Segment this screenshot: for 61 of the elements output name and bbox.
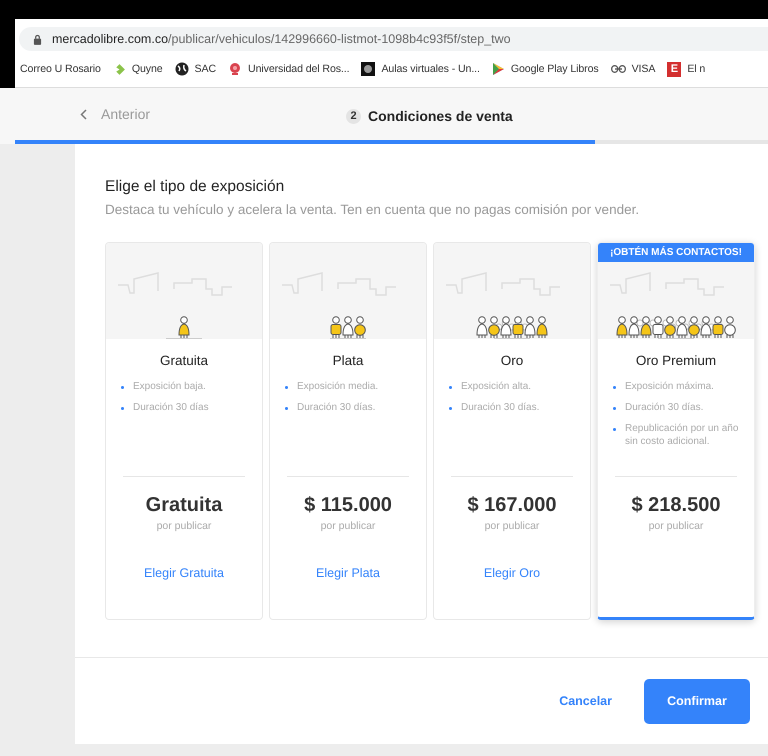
step-title: Condiciones de venta	[368, 108, 513, 124]
bullet-icon	[449, 407, 452, 410]
plan-feature: Exposición alta.	[461, 380, 532, 393]
price-note: por publicar	[648, 520, 704, 532]
plan-feature: Duración 30 días	[133, 401, 209, 414]
crest-icon	[361, 62, 376, 76]
cancel-button[interactable]: Cancelar	[559, 694, 612, 708]
bookmark-link[interactable]: Universidad del Ros...	[248, 63, 350, 75]
flower-icon	[228, 62, 242, 76]
plan-price: Gratuita	[146, 494, 222, 517]
bookmark-link[interactable]: Google Play Libros	[510, 63, 599, 75]
price-note: por publicar	[320, 520, 376, 532]
bullet-icon	[285, 386, 288, 389]
bookmark-link[interactable]: Correo U Rosario	[20, 63, 101, 75]
plan-feature: Duración 30 días.	[461, 401, 540, 414]
plan-price: $ 218.500	[632, 494, 720, 517]
url-text: mercadolibre.com.co/publicar/vehiculos/142996660-listmot-1098b4c93f5f/step_two	[52, 32, 511, 46]
link-icon	[610, 65, 626, 73]
choose-plan-link[interactable]: Elegir Oro	[484, 566, 540, 580]
plan-feature: Duración 30 días.	[297, 401, 376, 414]
bookmark-link[interactable]: VISA	[632, 63, 656, 75]
bookmark-link[interactable]: Quyne	[132, 63, 163, 75]
price-note: por publicar	[156, 520, 212, 532]
section-title: Elige el tipo de exposición	[105, 178, 286, 196]
bullet-icon	[613, 428, 616, 431]
chevron-left-icon	[80, 108, 87, 120]
plan-name: Plata	[332, 353, 364, 368]
plan-name: Oro Premium	[636, 353, 716, 368]
bullet-icon	[613, 407, 616, 410]
play-icon	[492, 62, 505, 76]
plan-name: Oro	[500, 353, 524, 368]
step-number: 2	[346, 108, 361, 124]
choose-plan-link[interactable]: Elegir Plata	[316, 566, 380, 580]
plan-name: Gratuita	[160, 353, 208, 368]
bullet-icon	[121, 407, 124, 410]
price-note: por publicar	[484, 520, 540, 532]
bullet-icon	[121, 386, 124, 389]
bookmark-link[interactable]: Aulas virtuales - Un...	[381, 63, 480, 75]
plan-feature: Duración 30 días.	[625, 401, 704, 414]
letter-icon: E	[667, 62, 682, 76]
plan-card[interactable]: Plata Exposición media. Duración 30 días. $ 115.000 por publicar Elegir Plata	[269, 242, 427, 620]
section-subtitle: Destaca tu vehículo y acelera la venta. Ten en cuenta que no pagas comisión por vender.	[105, 202, 640, 217]
choose-plan-link[interactable]: Elegir Gratuita	[144, 566, 224, 580]
plan-card[interactable]: ¡OBTÉN MÁS CONTACTOS! Oro Premium Exposición máxima. Duración 30 días. Republicación por un año sin costo adicional. $ 218.500 por publicar	[597, 242, 755, 620]
plan-card[interactable]: Oro Exposición alta. Duración 30 días. $ 167.000 por publicar Elegir Oro	[433, 242, 591, 620]
plan-price: $ 115.000	[304, 494, 392, 517]
confirm-button[interactable]: Confirmar	[644, 678, 750, 724]
promo-banner: ¡OBTÉN MÁS CONTACTOS!	[598, 243, 754, 262]
plan-feature: Exposición máxima.	[625, 380, 714, 393]
bullet-icon	[285, 407, 288, 410]
bullet-icon	[449, 386, 452, 389]
address-bar[interactable]: mercadolibre.com.co/publicar/vehiculos/142996660-listmot-1098b4c93f5f/step_two	[19, 27, 768, 51]
plan-price: $ 167.000	[468, 494, 556, 517]
plan-feature: Exposición baja.	[133, 380, 206, 393]
lock-icon	[33, 34, 42, 44]
plan-feature: Exposición media.	[297, 380, 378, 393]
plan-feature: Republicación por un año sin costo adicional.	[625, 422, 740, 448]
plan-card[interactable]: Gratuita Exposición baja. Duración 30 días Gratuita por publicar Elegir Gratuita	[105, 242, 263, 620]
bookmark-link[interactable]: El n	[687, 63, 706, 75]
bookmark-link[interactable]: SAC	[194, 63, 216, 75]
bullet-icon	[613, 386, 616, 389]
